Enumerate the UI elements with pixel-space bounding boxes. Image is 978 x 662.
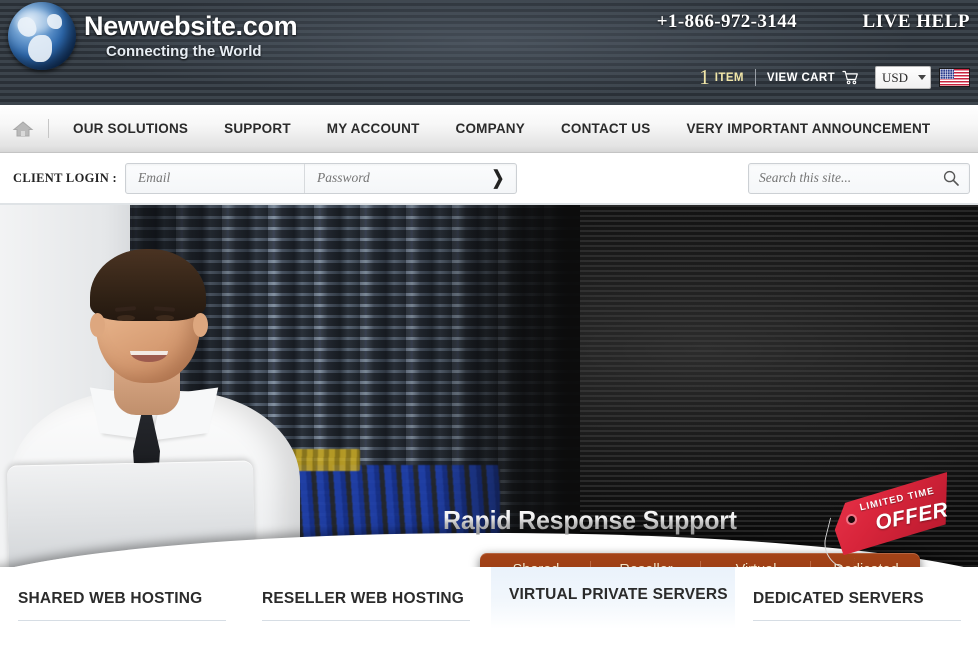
site-search bbox=[748, 162, 970, 194]
nav-separator bbox=[48, 119, 49, 138]
login-submit-button[interactable]: ❯ bbox=[492, 169, 505, 188]
currency-select[interactable]: USD bbox=[875, 66, 931, 89]
category-label: SHARED WEB HOSTING bbox=[18, 590, 203, 607]
nav-item-very-important-announcement[interactable]: VERY IMPORTANT ANNOUNCEMENT bbox=[668, 121, 948, 136]
client-login-form: ❯ bbox=[125, 162, 517, 194]
currency-value: USD bbox=[882, 69, 909, 85]
plan-name: Virtual bbox=[702, 562, 810, 567]
client-login-label: CLIENT LOGIN : bbox=[13, 170, 117, 185]
nav-item-contact-us[interactable]: CONTACT US bbox=[543, 121, 669, 136]
nav-item-support[interactable]: SUPPORT bbox=[206, 121, 309, 136]
nav-item-my-account[interactable]: MY ACCOUNT bbox=[309, 121, 438, 136]
live-help-link[interactable]: LIVE HELP bbox=[863, 11, 970, 33]
category-label: VIRTUAL PRIVATE SERVERS bbox=[509, 586, 728, 603]
hosting-category-strip: SHARED WEB HOSTING RESELLER WEB HOSTING … bbox=[0, 567, 978, 629]
limited-time-offer-tag: LIMITED TIME OFFER bbox=[818, 481, 953, 567]
category-virtual-private-servers[interactable]: VIRTUAL PRIVATE SERVERS bbox=[491, 567, 735, 629]
us-flag-icon[interactable] bbox=[939, 68, 970, 87]
plan-name: Shared bbox=[482, 562, 590, 567]
hero-photo-person bbox=[0, 229, 310, 567]
cart-item-count: 1 bbox=[699, 65, 710, 89]
cart-bar: 1 ITEM VIEW CART USD bbox=[699, 66, 970, 89]
logo-title: Newwebsite.com bbox=[84, 11, 298, 41]
main-navigation: OUR SOLUTIONS SUPPORT MY ACCOUNT COMPANY… bbox=[0, 105, 978, 153]
category-dedicated-servers[interactable]: DEDICATED SERVERS bbox=[735, 567, 978, 629]
nav-item-our-solutions[interactable]: OUR SOLUTIONS bbox=[51, 121, 206, 136]
category-label: RESELLER WEB HOSTING bbox=[262, 590, 465, 607]
plan-card-reseller[interactable]: Reseller Starting at $14.96/mo bbox=[590, 553, 700, 567]
password-field[interactable] bbox=[304, 163, 474, 193]
plan-card-virtual[interactable]: Virtual Starting at $22.46/mo bbox=[700, 553, 810, 567]
cart-item-label: ITEM bbox=[714, 71, 744, 84]
search-input[interactable] bbox=[749, 163, 943, 193]
cart-divider bbox=[754, 69, 756, 86]
category-reseller-web-hosting[interactable]: RESELLER WEB HOSTING bbox=[244, 567, 491, 629]
shopping-cart-icon[interactable] bbox=[842, 70, 859, 85]
site-logo[interactable]: Newwebsite.com Connecting the World bbox=[4, 2, 298, 70]
plan-name: Dedicated bbox=[812, 562, 920, 567]
hero-banner: Rapid Response Support LIMITED TIME OFFE… bbox=[0, 205, 978, 567]
category-shared-web-hosting[interactable]: SHARED WEB HOSTING bbox=[0, 567, 244, 629]
plan-name: Reseller bbox=[592, 562, 700, 567]
logo-tagline: Connecting the World bbox=[106, 43, 262, 60]
globe-icon bbox=[8, 2, 76, 70]
category-label: DEDICATED SERVERS bbox=[753, 590, 924, 607]
phone-number[interactable]: +1-866-972-3144 bbox=[657, 11, 797, 33]
email-field[interactable] bbox=[126, 163, 304, 193]
plan-card-shared[interactable]: Shared Starting at $7.46/mo bbox=[480, 553, 590, 567]
search-icon[interactable] bbox=[943, 170, 969, 186]
nav-items: OUR SOLUTIONS SUPPORT MY ACCOUNT COMPANY… bbox=[51, 121, 948, 136]
home-icon[interactable] bbox=[12, 120, 34, 138]
site-header: Newwebsite.com Connecting the World +1-8… bbox=[0, 0, 978, 105]
nav-item-company[interactable]: COMPANY bbox=[438, 121, 543, 136]
chevron-down-icon bbox=[918, 75, 926, 80]
hero-title: Rapid Response Support bbox=[443, 505, 737, 535]
client-login-bar: CLIENT LOGIN : ❯ bbox=[0, 153, 978, 205]
view-cart-link[interactable]: VIEW CART bbox=[767, 72, 835, 84]
